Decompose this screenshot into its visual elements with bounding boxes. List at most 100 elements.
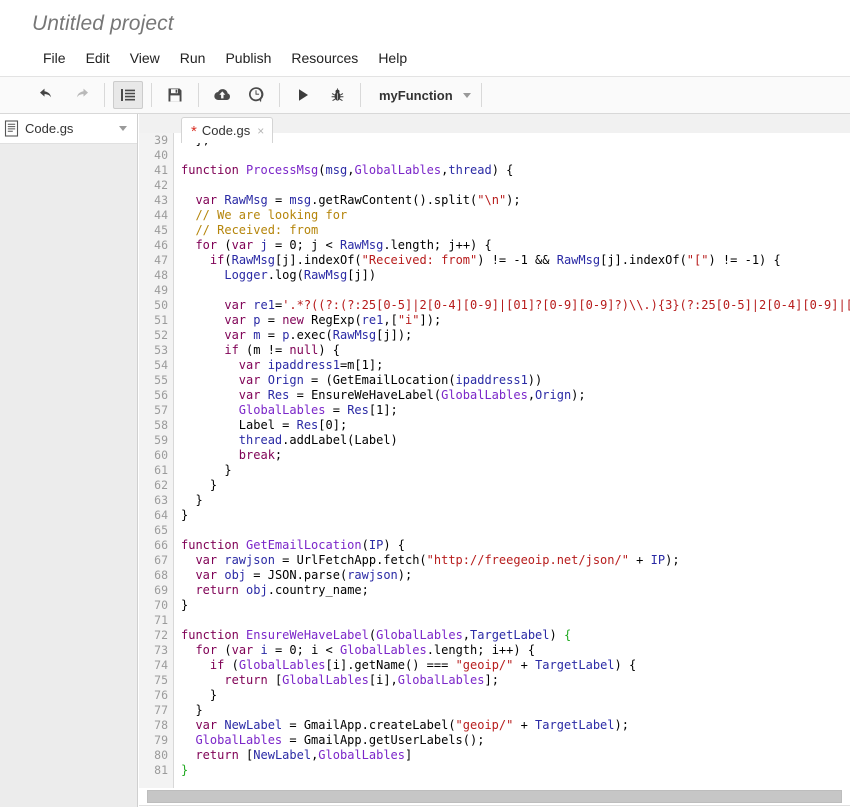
code-line[interactable]: } [175, 598, 850, 613]
code-line[interactable]: if (m != null) { [175, 343, 850, 358]
menu-item-run[interactable]: Run [170, 47, 216, 69]
code-token: Label = [181, 418, 297, 432]
code-line[interactable]: for (var i = 0; i < GlobalLables.length;… [175, 643, 850, 658]
line-number: 67 [154, 553, 168, 567]
code-line[interactable] [175, 283, 850, 298]
menu-item-publish[interactable]: Publish [215, 47, 281, 69]
code-line[interactable]: } [175, 763, 850, 778]
tab-code-gs[interactable]: * Code.gs × [181, 117, 274, 143]
redo-button[interactable] [66, 81, 96, 109]
close-icon[interactable]: × [257, 125, 264, 137]
code-line[interactable]: break; [175, 448, 850, 463]
code-token: .country_name; [267, 583, 369, 597]
run-button[interactable] [288, 81, 318, 109]
code-token: GlobalLables [339, 643, 427, 657]
menu-item-edit[interactable]: Edit [76, 47, 120, 69]
code-line[interactable]: }; [175, 133, 850, 148]
toolbar-divider-4 [279, 83, 280, 107]
line-number: 47 [154, 253, 168, 267]
code-line[interactable]: var NewLabel = GmailApp.createLabel("geo… [175, 718, 850, 733]
code-line[interactable]: var Res = EnsureWeHaveLabel(GlobalLables… [175, 388, 850, 403]
code-line[interactable]: return [NewLabel,GlobalLables] [175, 748, 850, 763]
code-line[interactable]: } [175, 508, 850, 523]
code-line[interactable]: return obj.country_name; [175, 583, 850, 598]
code-token: for [195, 643, 225, 657]
code-line[interactable]: Logger.log(RawMsg[j]) [175, 268, 850, 283]
tab-label: Code.gs [201, 123, 251, 138]
code-token: var [231, 238, 261, 252]
code-line[interactable]: } [175, 703, 850, 718]
code-line[interactable]: } [175, 478, 850, 493]
publish-button[interactable] [207, 81, 237, 109]
menu-item-view[interactable]: View [120, 47, 170, 69]
code-token: thread [238, 433, 283, 447]
sidebar-file-code-gs[interactable]: Code.gs [0, 114, 137, 144]
code-line[interactable]: var RawMsg = msg.getRawContent().split("… [175, 193, 850, 208]
code-token: ( [318, 163, 326, 177]
code-line[interactable]: var rawjson = UrlFetchApp.fetch("http://… [175, 553, 850, 568]
code-token: ( [361, 538, 369, 552]
code-line[interactable]: Label = Res[0]; [175, 418, 850, 433]
script-file-icon [4, 120, 19, 137]
version-history-button[interactable] [241, 81, 271, 109]
menu-item-file[interactable]: File [33, 47, 76, 69]
code-line[interactable]: } [175, 493, 850, 508]
line-number: 61 [154, 463, 168, 477]
code-line[interactable]: // Received: from [175, 223, 850, 238]
horizontal-scrollbar-thumb[interactable] [148, 791, 841, 802]
code-token: } [181, 703, 203, 717]
menu-item-resources[interactable]: Resources [281, 47, 368, 69]
undo-button[interactable] [32, 81, 62, 109]
line-number: 41 [154, 163, 168, 177]
code-line[interactable] [175, 178, 850, 193]
menu-item-help[interactable]: Help [368, 47, 417, 69]
code-line[interactable]: } [175, 688, 850, 703]
code-line[interactable] [175, 148, 850, 163]
code-line[interactable]: // We are looking for [175, 208, 850, 223]
line-number: 81 [154, 763, 168, 777]
code-token: GetEmailLocation [246, 538, 362, 552]
code-token: ] [405, 748, 413, 762]
line-number: 45 [154, 223, 168, 237]
code-line[interactable]: GlobalLables = Res[1]; [175, 403, 850, 418]
indent-button[interactable] [113, 81, 143, 109]
chevron-down-icon[interactable] [119, 126, 127, 131]
code-line[interactable]: function ProcessMsg(msg,GlobalLables,thr… [175, 163, 850, 178]
code-line[interactable]: var p = new RegExp(re1,["i"]); [175, 313, 850, 328]
code-line[interactable] [175, 613, 850, 628]
project-title[interactable]: Untitled project [32, 12, 174, 36]
code-line[interactable]: var ipaddress1=m[1]; [175, 358, 850, 373]
code-line[interactable]: var m = p.exec(RawMsg[j]); [175, 328, 850, 343]
code-line[interactable]: } [175, 463, 850, 478]
line-number: 63 [154, 493, 168, 507]
code-token: msg [325, 163, 348, 177]
history-clock-icon [248, 87, 264, 103]
code-line[interactable]: function GetEmailLocation(IP) { [175, 538, 850, 553]
function-selector[interactable]: myFunction [375, 85, 475, 106]
code-line[interactable] [175, 523, 850, 538]
code-line[interactable]: if (GlobalLables[i].getName() === "geoip… [175, 658, 850, 673]
code-line[interactable]: var re1='.*?((?:(?:25[0-5]|2[0-4][0-9]|[… [175, 298, 850, 313]
code-line[interactable]: thread.addLabel(Label) [175, 433, 850, 448]
debug-button[interactable] [322, 81, 352, 109]
code-token: if [209, 253, 225, 267]
code-line[interactable]: var obj = JSON.parse(rawjson); [175, 568, 850, 583]
code-line[interactable]: if(RawMsg[j].indexOf("Received: from") !… [175, 253, 850, 268]
save-button[interactable] [160, 81, 190, 109]
line-number: 49 [154, 283, 168, 297]
line-number: 48 [154, 268, 168, 282]
code-line[interactable]: var Orign = (GetEmailLocation(ipaddress1… [175, 373, 850, 388]
code-editor[interactable]: 39 40 41 42 43 44 45 46 47 48 49 50 51 52 53 54 55 56 57 58… [139, 133, 850, 788]
code-token: NewLabel [253, 748, 312, 762]
code-content[interactable]: }; function ProcessMsg(msg,GlobalLables,… [175, 133, 850, 788]
line-number: 70 [154, 598, 168, 612]
code-token: GlobalLables [318, 748, 405, 762]
horizontal-scrollbar[interactable] [147, 790, 842, 803]
code-line[interactable]: for (var j = 0; j < RawMsg.length; j++) … [175, 238, 850, 253]
code-line[interactable]: GlobalLables = GmailApp.getUserLabels(); [175, 733, 850, 748]
code-line[interactable]: function EnsureWeHaveLabel(GlobalLables,… [175, 628, 850, 643]
code-line[interactable]: return [GlobalLables[i],GlobalLables]; [175, 673, 850, 688]
